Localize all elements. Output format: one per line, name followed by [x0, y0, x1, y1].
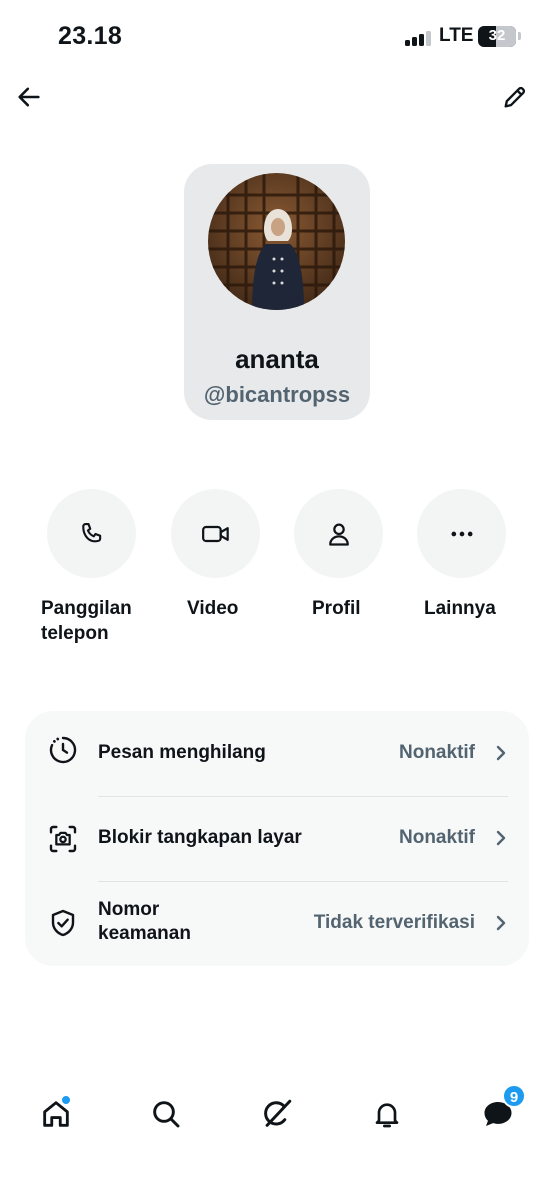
profile-action[interactable]: Profil [294, 489, 416, 621]
setting-label: Pesan menghilang [98, 742, 266, 763]
more-label: Lainnya [424, 598, 496, 619]
call-button[interactable] [47, 489, 136, 578]
profile-label: Profil [312, 598, 361, 619]
video-label: Video [187, 598, 239, 619]
chevron-right-icon [496, 745, 506, 761]
timer-icon [49, 736, 77, 764]
call-label: Panggilan telepon [41, 598, 132, 644]
messages-badge: 9 [502, 1084, 526, 1108]
back-button[interactable] [12, 80, 46, 114]
video-action[interactable]: Video [171, 489, 293, 621]
screenshot-camera-icon [49, 825, 77, 853]
network-type: LTE [439, 25, 474, 46]
setting-label: Nomor keamanan [98, 899, 191, 944]
more-button[interactable] [417, 489, 506, 578]
setting-value: Nonaktif [399, 827, 475, 848]
setting-value: Nonaktif [399, 742, 475, 763]
more-dots-icon [451, 531, 472, 536]
battery-nub [518, 32, 521, 40]
setting-label: Blokir tangkapan layar [98, 827, 302, 848]
edit-button[interactable] [498, 80, 532, 114]
bottom-navigation: 9 [0, 1080, 554, 1152]
chevron-right-icon [496, 830, 506, 846]
video-camera-icon [201, 525, 229, 542]
nav-search[interactable] [146, 1094, 186, 1134]
home-notification-dot [62, 1096, 70, 1104]
phone-icon [81, 522, 101, 542]
battery-icon: 32 [478, 26, 516, 47]
setting-value: Tidak terverifikasi [313, 912, 475, 933]
battery-level: 32 [488, 27, 506, 44]
person-icon [328, 523, 349, 546]
nav-notifications[interactable] [367, 1094, 407, 1134]
display-name: ananta [235, 344, 319, 374]
pencil-icon [504, 86, 526, 108]
bell-icon [375, 1103, 399, 1128]
search-icon [153, 1101, 180, 1128]
username-handle: @bicantropss [203, 382, 351, 407]
profile-card[interactable]: ananta @bicantropss [184, 164, 370, 420]
signal-icon [405, 30, 433, 46]
grok-icon [264, 1099, 292, 1127]
profile-button[interactable] [294, 489, 383, 578]
status-bar: 23.18 LTE 32 [0, 0, 554, 74]
setting-security-number[interactable]: Nomor keamanan Tidak terverifikasi [25, 881, 529, 966]
status-time: 23.18 [58, 22, 123, 50]
shield-check-icon [51, 909, 75, 937]
video-button[interactable] [171, 489, 260, 578]
chevron-right-icon [496, 915, 506, 931]
setting-block-screenshots[interactable]: Blokir tangkapan layar Nonaktif [25, 796, 529, 881]
conversation-settings: Pesan menghilang Nonaktif Blokir tangkap… [25, 711, 529, 966]
setting-disappearing-messages[interactable]: Pesan menghilang Nonaktif [25, 711, 529, 796]
arrow-left-icon [18, 87, 40, 107]
avatar[interactable] [208, 173, 345, 310]
nav-home[interactable] [36, 1094, 76, 1134]
nav-messages[interactable]: 9 [478, 1084, 526, 1134]
call-action[interactable]: Panggilan telepon [41, 489, 163, 646]
nav-grok[interactable] [257, 1094, 297, 1134]
more-action[interactable]: Lainnya [417, 489, 539, 621]
